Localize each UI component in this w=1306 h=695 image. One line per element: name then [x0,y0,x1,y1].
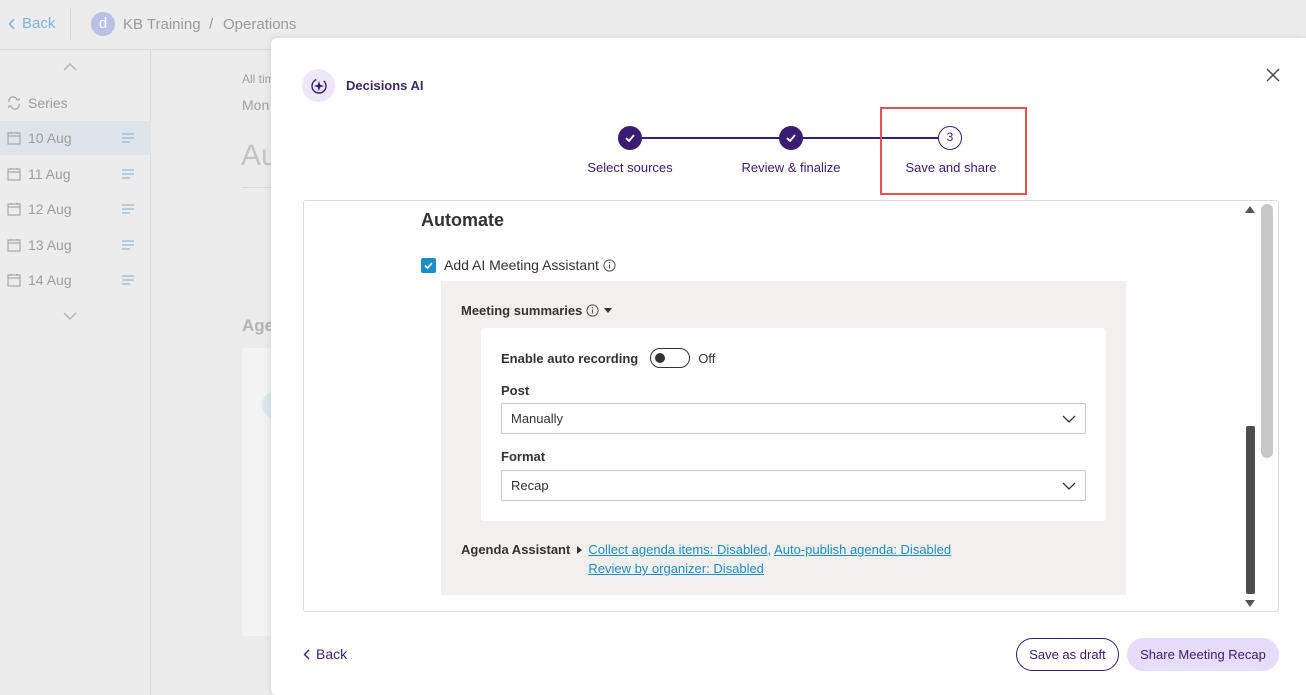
auto-recording-row: Enable auto recording Off [501,348,715,368]
meeting-summaries-card: Enable auto recording Off Post Manually … [481,328,1106,521]
ai-assistant-label[interactable]: Add AI Meeting Assistant [444,257,599,273]
workspace-avatar[interactable]: d [91,12,115,36]
bg-agenda-heading: Age [242,316,275,335]
modal-brand-name: Decisions AI [346,78,424,93]
chevron-up-icon[interactable] [62,59,78,75]
meeting-summaries-label: Meeting summaries [461,303,583,318]
share-meeting-recap-button[interactable]: Share Meeting Recap [1127,638,1279,671]
calendar-icon [7,132,21,145]
bg-date-text: Mon [242,97,270,113]
notes-lines-icon [122,133,134,143]
modal-brand: Decisions AI [302,69,424,102]
automate-panel: Automate Add AI Meeting Assistant Meetin… [303,200,1279,612]
post-label: Post [501,383,530,398]
info-icon[interactable] [603,258,616,272]
toggle-knob [655,353,666,363]
notes-lines-icon [122,169,134,179]
meeting-series-sidebar: Series 10 Aug 11 Aug 12 Aug 13 Aug 14 Au… [0,51,151,695]
format-select-value: Recap [511,478,549,493]
info-icon[interactable] [586,304,599,317]
automate-heading: Automate [421,210,505,230]
repeat-icon [8,96,20,110]
bg-card [242,348,272,636]
notes-lines-icon [122,204,134,214]
checkmark-icon [786,134,796,142]
auto-recording-toggle[interactable] [650,348,691,368]
caret-down-icon [604,307,613,313]
chevron-left-icon [8,17,15,30]
stepper-connector [642,137,789,139]
chevron-left-icon [303,649,310,659]
chevron-down-icon[interactable] [62,308,78,324]
collect-agenda-items-link[interactable]: Collect agenda items: Disabled [588,542,767,557]
auto-recording-label: Enable auto recording [501,350,639,366]
scroll-down-arrow-icon[interactable] [1245,600,1255,608]
inner-scrollbar[interactable] [1246,426,1255,594]
sidebar-date-label: 11 Aug [28,166,71,182]
breadcrumb-separator: / [209,16,214,33]
highlight-annotation-box [880,107,1027,195]
notes-lines-icon [122,240,134,250]
auto-publish-agenda-link[interactable]: Auto-publish agenda: Disabled [774,542,951,557]
sidebar-item-date[interactable]: 14 Aug [0,263,151,297]
sidebar-item-date[interactable]: 10 Aug [0,121,151,155]
sidebar-date-label: 13 Aug [28,237,72,253]
calendar-icon [7,274,21,287]
sidebar-item-date[interactable]: 12 Aug [0,192,151,226]
calendar-icon [7,239,21,252]
auto-recording-state: Off [698,350,716,366]
step-1-label[interactable]: Select sources [587,160,672,175]
step-2-complete[interactable] [779,126,803,150]
topbar-divider [70,8,71,40]
post-select[interactable]: Manually [501,403,1086,434]
agenda-assistant-row: Agenda Assistant Collect agenda items: D… [461,540,951,578]
top-back-label: Back [22,15,56,32]
notes-lines-icon [122,275,134,285]
agenda-settings-links: Collect agenda items: Disabled, Auto-pub… [588,542,952,576]
calendar-icon [7,168,21,181]
ai-assistant-checkbox[interactable] [421,257,436,273]
chevron-down-icon [1062,415,1076,423]
sidebar-date-label: 12 Aug [28,201,72,217]
format-select[interactable]: Recap [501,470,1086,501]
breadcrumb-workspace[interactable]: KB Training [123,16,201,33]
save-as-draft-button[interactable]: Save as draft [1016,638,1119,671]
sidebar-date-label: 14 Aug [28,272,72,288]
bg-divider [242,187,272,188]
agenda-assistant-label[interactable]: Agenda Assistant [461,540,570,559]
sidebar-item-series[interactable]: Series [0,86,151,120]
meeting-summaries-toggle[interactable]: Meeting summaries [461,303,613,318]
back-button[interactable]: Back [303,646,347,662]
post-select-value: Manually [511,411,564,426]
checkmark-icon [625,134,635,142]
format-label: Format [501,449,546,464]
sidebar-item-date[interactable]: 11 Aug [0,157,151,191]
sidebar-date-label: 10 Aug [28,130,72,146]
review-by-organizer-link[interactable]: Review by organizer: Disabled [588,561,764,576]
top-back-link[interactable]: Back [8,15,55,32]
sparkle-ai-icon [302,69,335,102]
meeting-assistant-settings: Meeting summaries Enable auto recording … [441,281,1126,595]
caret-right-icon[interactable] [577,546,583,554]
step-2-label[interactable]: Review & finalize [742,160,841,175]
close-icon[interactable] [1266,68,1280,82]
bg-filter-text: All tim [242,72,275,86]
chevron-down-icon [1062,482,1076,490]
back-button-label: Back [316,646,348,662]
panel-scrollbar-thumb[interactable] [1261,204,1273,458]
step-1-complete[interactable] [618,126,642,150]
decisions-ai-modal: Decisions AI Select sources Review & fin… [271,38,1306,695]
breadcrumb-section[interactable]: Operations [223,16,296,33]
sidebar-item-date[interactable]: 13 Aug [0,228,151,262]
ai-assistant-checkbox-row: Add AI Meeting Assistant [421,257,616,273]
calendar-icon [7,203,21,216]
sidebar-item-label: Series [28,95,68,111]
scroll-up-arrow-icon[interactable] [1245,205,1255,213]
checkmark-icon [424,261,433,269]
